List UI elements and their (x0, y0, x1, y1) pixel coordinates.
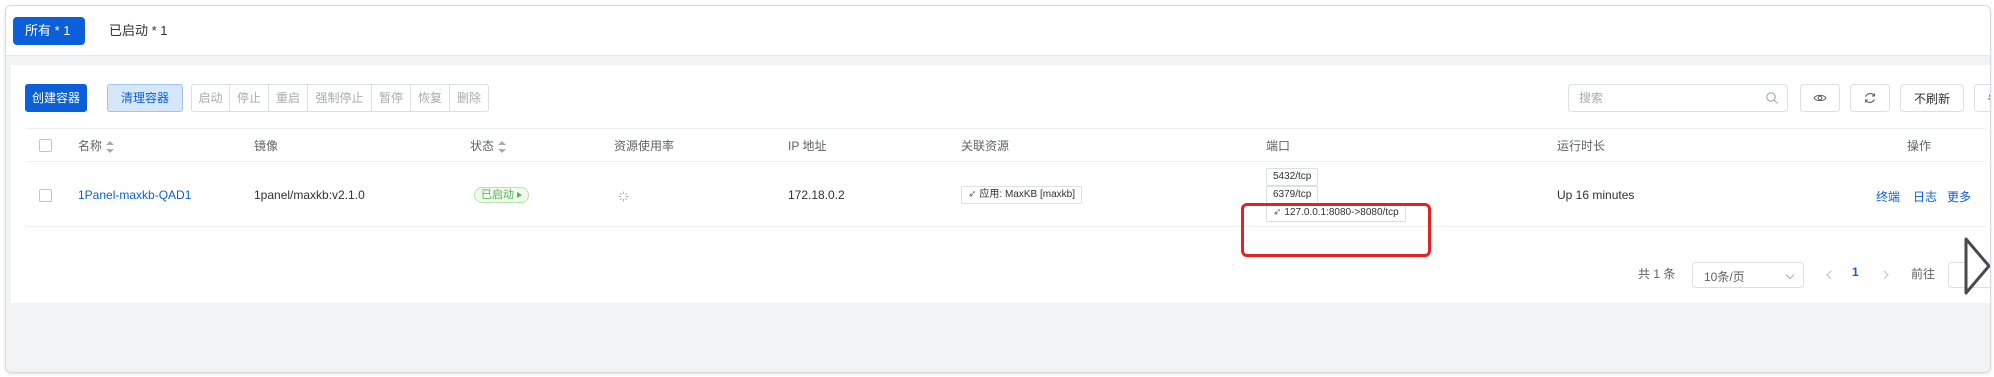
column-image: 镜像 (254, 139, 279, 153)
force-stop-button[interactable]: 强制停止 (307, 84, 372, 112)
resume-button[interactable]: 恢复 (410, 84, 450, 112)
port-tag: 5432/tcp (1266, 168, 1319, 186)
column-related-resources: 关联资源 (961, 139, 1010, 153)
column-actions: 操作 (1907, 139, 1932, 153)
tab-running[interactable]: 已启动 * 1 (97, 17, 180, 45)
select-all-checkbox[interactable] (39, 139, 52, 152)
delete-button[interactable]: 删除 (449, 84, 489, 112)
sort-icon[interactable] (106, 140, 115, 153)
page-size-select[interactable]: 10条/页 (1692, 262, 1804, 288)
current-page[interactable]: 1 (1852, 265, 1859, 279)
page-size-label: 10条/页 (1704, 270, 1745, 284)
eye-icon (1813, 94, 1827, 102)
table-header: 名称 镜像 状态 资源使用率 IP 地址 关联资源 端口 运行时长 操作 (26, 128, 1986, 162)
terminal-link[interactable]: 终端 (1876, 188, 1900, 205)
refresh-icon (1864, 93, 1876, 103)
column-settings-button[interactable] (1974, 84, 1990, 112)
pause-button[interactable]: 暂停 (371, 84, 411, 112)
sort-icon[interactable] (498, 140, 507, 153)
column-name-label: 名称 (78, 139, 103, 153)
total-count: 共 1 条 (1638, 267, 1676, 281)
ip-address: 172.18.0.2 (788, 188, 845, 202)
clean-container-button[interactable]: 清理容器 (107, 84, 183, 112)
column-uptime: 运行时长 (1557, 139, 1606, 153)
search-input[interactable] (1569, 85, 1749, 111)
container-image: 1panel/maxkb:v2.1.0 (254, 188, 365, 202)
column-name[interactable]: 名称 (78, 129, 115, 163)
stop-button[interactable]: 停止 (229, 84, 269, 112)
search-box (1568, 84, 1788, 112)
uptime-value: Up 16 minutes (1557, 188, 1635, 202)
related-app-label: 应用: MaxKB [maxkb] (979, 189, 1075, 200)
more-link[interactable]: 更多 (1947, 188, 1971, 205)
highlight-box (1241, 203, 1431, 257)
related-app-tag[interactable]: ➶ 应用: MaxKB [maxkb] (961, 186, 1082, 204)
port-tag: 6379/tcp (1266, 186, 1319, 204)
loading-icon (618, 191, 629, 202)
container-name-link[interactable]: 1Panel-maxkb-QAD1 (78, 188, 191, 202)
status-badge[interactable]: 已启动 (474, 187, 529, 203)
goto-label: 前往 (1911, 267, 1936, 281)
refresh-button[interactable] (1850, 84, 1890, 112)
column-ip: IP 地址 (788, 139, 827, 153)
auto-refresh-label: 不刷新 (1913, 91, 1950, 106)
toggle-visibility-button[interactable] (1800, 84, 1840, 112)
navigate-icon: ➶ (968, 189, 977, 200)
gear-icon (1988, 94, 1990, 102)
next-page-icon[interactable] (1882, 270, 1890, 280)
column-status[interactable]: 状态 (470, 129, 507, 163)
search-icon[interactable] (1765, 91, 1779, 105)
logs-link[interactable]: 日志 (1913, 188, 1937, 205)
prev-page-icon[interactable] (1825, 270, 1833, 280)
table-row: 1Panel-maxkb-QAD1 1panel/maxkb:v2.1.0 已启… (26, 162, 1986, 227)
status-label: 已启动 (481, 189, 514, 201)
auto-refresh-select[interactable]: 不刷新 (1900, 84, 1964, 112)
row-checkbox[interactable] (39, 189, 52, 202)
chevron-down-icon (1785, 270, 1795, 280)
play-icon (517, 192, 522, 199)
app-window: 所有 * 1 已启动 * 1 创建容器 清理容器 启动 停止 重启 强制停止 暂… (5, 5, 1991, 373)
column-ports: 端口 (1266, 139, 1291, 153)
start-button[interactable]: 启动 (191, 84, 230, 112)
column-resource-usage: 资源使用率 (614, 139, 675, 153)
status-tabs: 所有 * 1 已启动 * 1 (6, 6, 1990, 56)
batch-action-group: 启动 停止 重启 强制停止 暂停 恢复 删除 (191, 84, 489, 112)
restart-button[interactable]: 重启 (268, 84, 308, 112)
tab-all[interactable]: 所有 * 1 (13, 17, 85, 45)
play-arrow-icon (1964, 237, 1990, 295)
create-container-button[interactable]: 创建容器 (25, 84, 87, 112)
column-status-label: 状态 (470, 139, 495, 153)
container-list-card: 创建容器 清理容器 启动 停止 重启 强制停止 暂停 恢复 删除 搜索 不刷新 … (11, 65, 1990, 303)
